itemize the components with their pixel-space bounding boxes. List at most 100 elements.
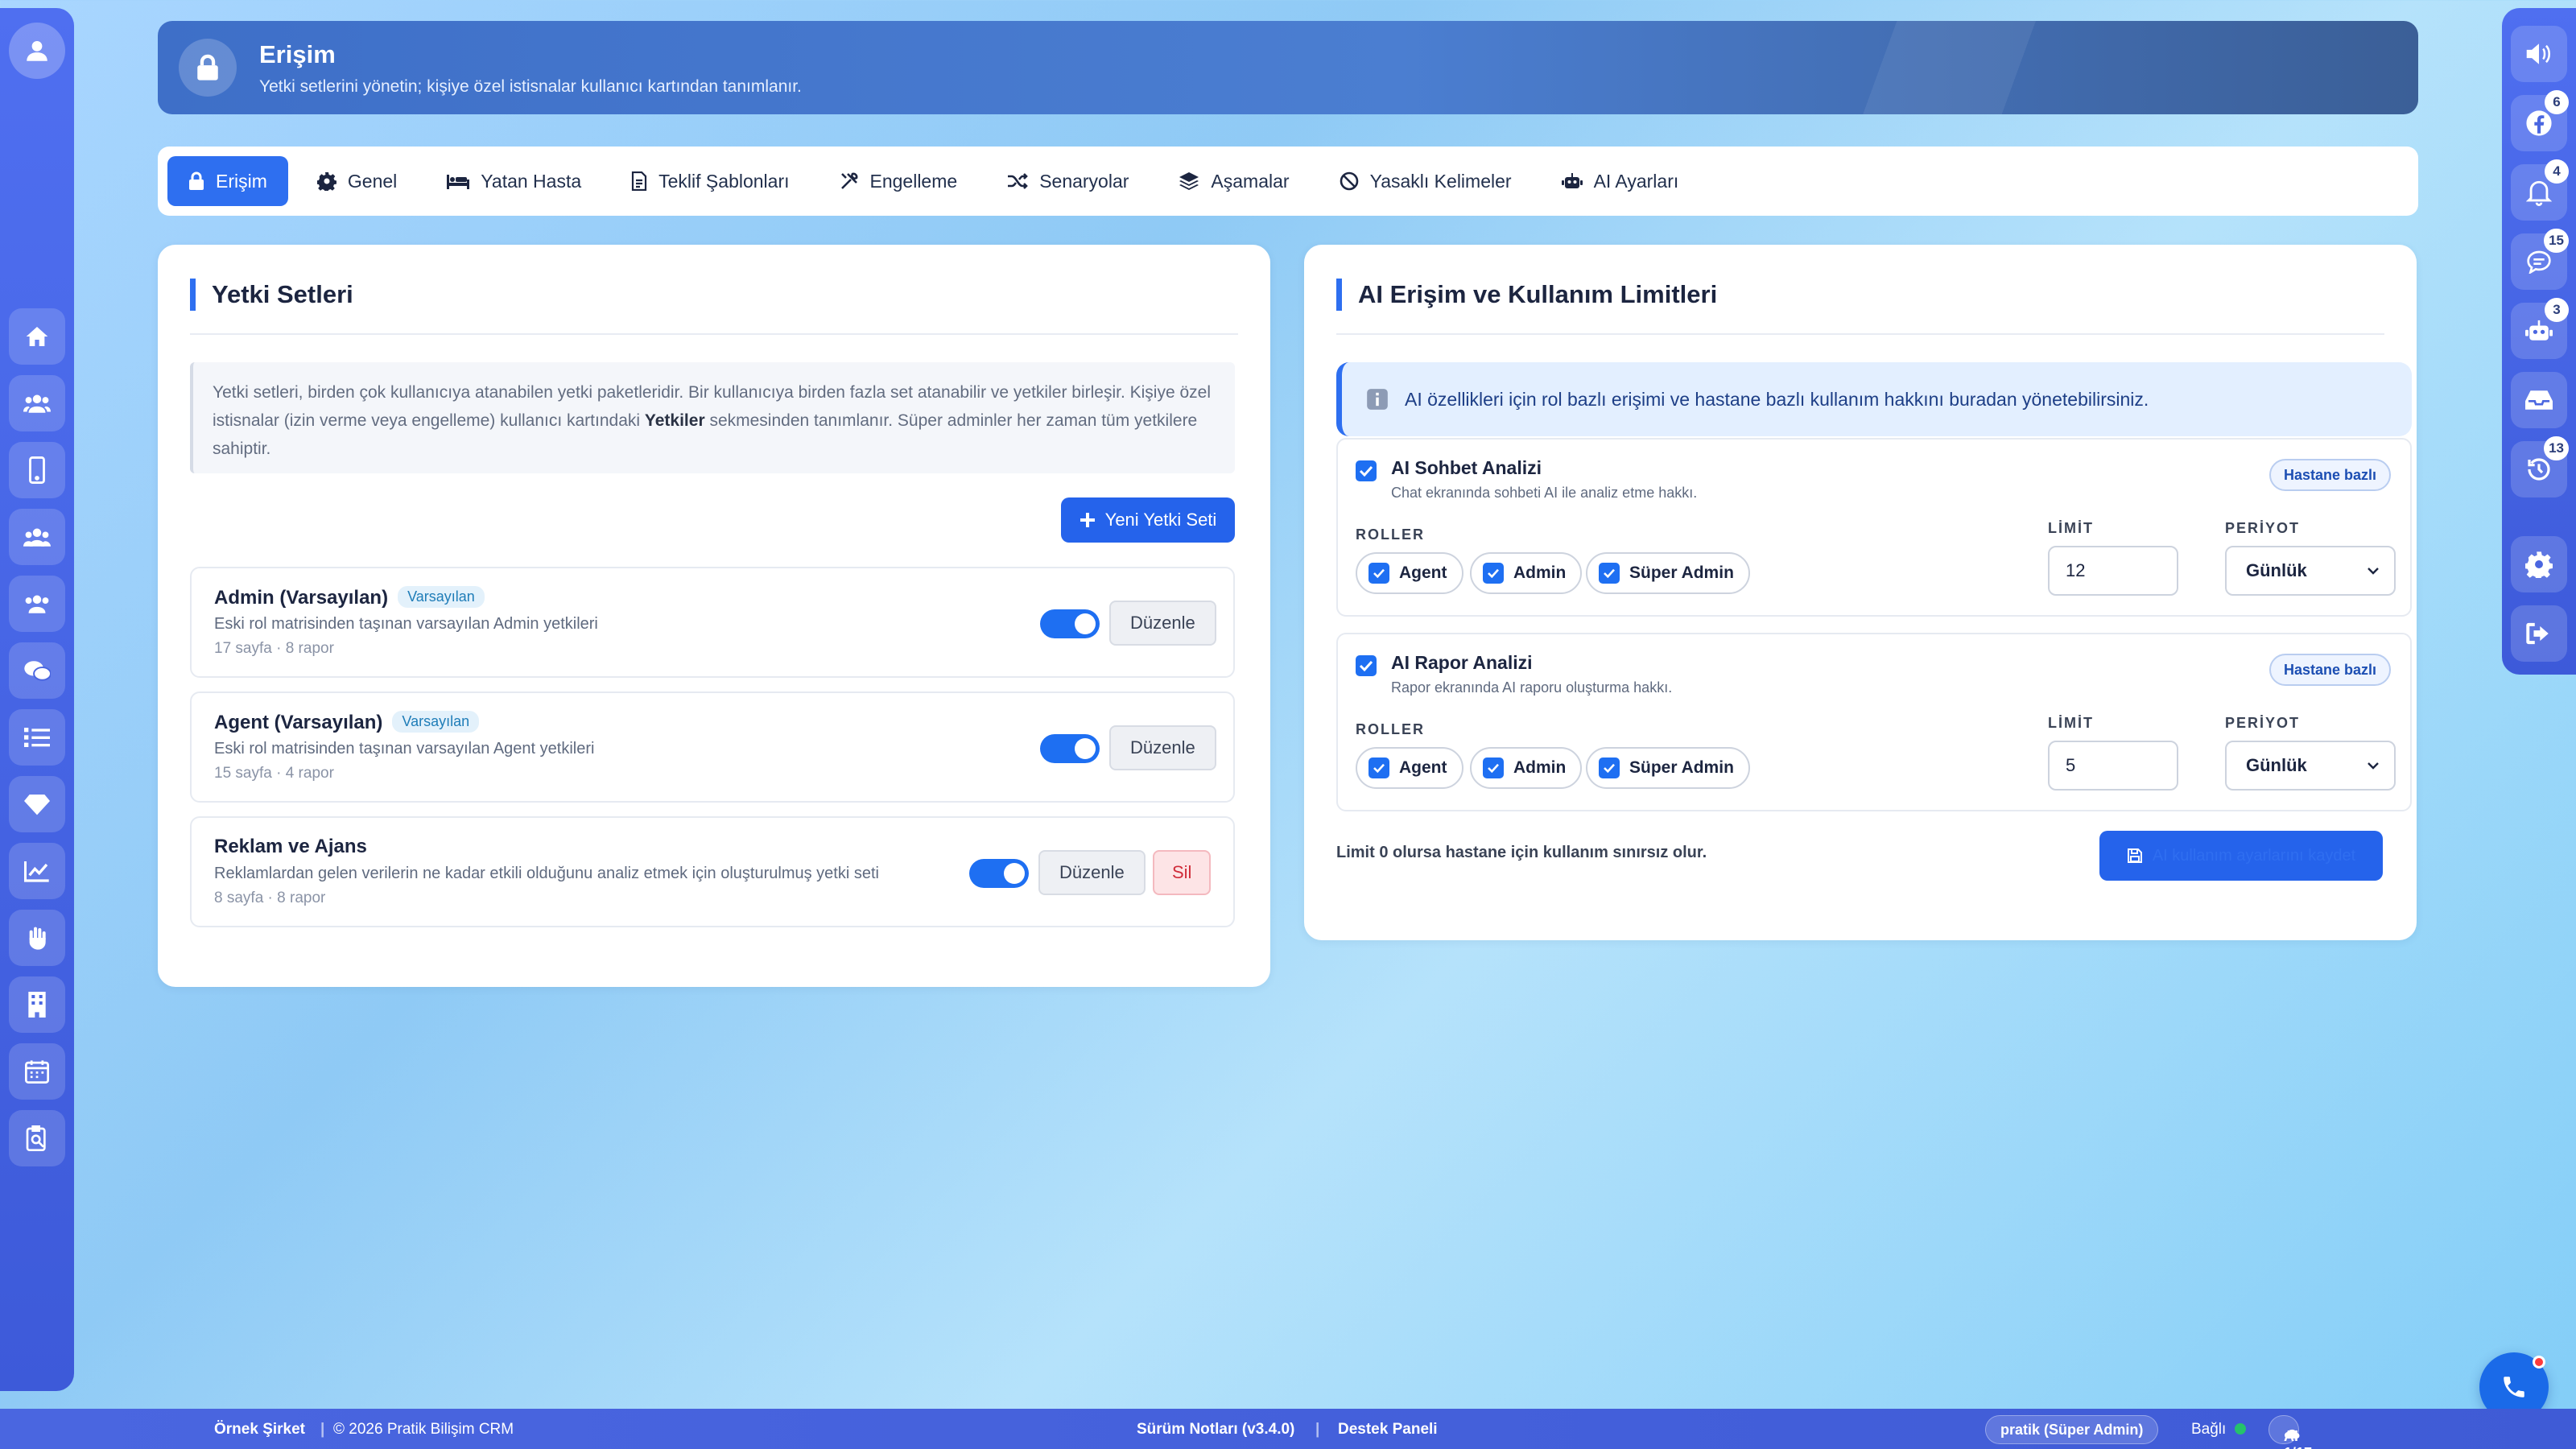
diamond-icon xyxy=(24,793,50,815)
nav-wechat[interactable] xyxy=(9,642,65,699)
tab-label: Teklif Şablonları xyxy=(658,170,790,192)
permission-set-row: Agent (Varsayılan) Varsayılan Eski rol ma… xyxy=(190,691,1235,803)
tab-label: Yasaklı Kelimeler xyxy=(1369,170,1512,192)
header-lock-icon xyxy=(179,39,237,97)
release-notes-link[interactable]: Sürüm Notları (v3.4.0) xyxy=(1137,1421,1294,1439)
select-value: Günlük xyxy=(2246,560,2307,580)
tab-senaryolar[interactable]: Senaryolar xyxy=(986,156,1150,206)
set-enabled-toggle[interactable] xyxy=(1040,609,1100,638)
set-enabled-toggle[interactable] xyxy=(1040,734,1100,763)
role-checkbox-super-admin[interactable]: Süper Admin xyxy=(1586,747,1750,789)
nav-reports[interactable] xyxy=(9,843,65,899)
nav-groups[interactable] xyxy=(9,509,65,565)
limit-input[interactable]: 12 xyxy=(2048,546,2178,596)
permission-set-name: Admin (Varsayılan) Varsayılan xyxy=(214,586,485,609)
right-sidebar: 6 4 15 3 13 xyxy=(2502,8,2576,675)
feature-checkbox[interactable] xyxy=(1356,655,1377,676)
left-sidebar xyxy=(0,8,74,1391)
limit-note: Limit 0 olursa hastane için kullanım sın… xyxy=(1336,844,1707,861)
nav-building[interactable] xyxy=(9,976,65,1033)
nav-mobile[interactable] xyxy=(9,442,65,498)
role-checkbox-agent[interactable]: Agent xyxy=(1356,552,1463,594)
nav-hands[interactable] xyxy=(9,910,65,966)
nav-contacts[interactable] xyxy=(9,375,65,431)
tab-label: AI Ayarları xyxy=(1593,170,1679,192)
check-icon xyxy=(1368,563,1389,584)
hospital-based-badge: Hastane bazlı xyxy=(2268,654,2391,686)
new-permission-set-button[interactable]: Yeni Yetki Seti xyxy=(1061,497,1235,543)
tab-label: Yatan Hasta xyxy=(481,170,582,192)
history-button[interactable]: 13 xyxy=(2511,436,2569,497)
nav-premium[interactable] xyxy=(9,776,65,832)
nav-calendar[interactable] xyxy=(9,1043,65,1100)
check-icon xyxy=(1599,758,1620,778)
select-value: Günlük xyxy=(2246,755,2307,775)
period-select[interactable]: Günlük xyxy=(2225,741,2396,791)
permission-set-meta: 17 sayfa · 8 rapor xyxy=(214,640,334,657)
settings-button[interactable] xyxy=(2511,536,2567,592)
tab-genel[interactable]: Genel xyxy=(296,156,418,206)
permission-sets-card: Yetki Setleri Yetki setleri, birden çok … xyxy=(158,245,1270,987)
edit-button[interactable]: Düzenle xyxy=(1109,601,1216,646)
user-icon xyxy=(23,37,51,64)
card-title: Yetki Setleri xyxy=(190,279,353,311)
period-label: PERİYOT xyxy=(2225,520,2301,536)
ai-usage-pill[interactable]: AI 1/17 xyxy=(2268,1415,2312,1449)
tab-yatan-hasta[interactable]: Yatan Hasta xyxy=(426,156,602,206)
tab-ai-ayarlari[interactable]: AI Ayarları xyxy=(1541,156,1700,206)
nav-audit[interactable] xyxy=(9,1110,65,1166)
edit-button[interactable]: Düzenle xyxy=(1109,725,1216,770)
tab-yasakli-kelimeler[interactable]: Yasaklı Kelimeler xyxy=(1319,156,1533,206)
nav-team[interactable] xyxy=(9,576,65,632)
bot-button[interactable]: 3 xyxy=(2511,298,2569,359)
building-icon xyxy=(27,992,47,1018)
divider xyxy=(190,333,1238,335)
support-panel-link[interactable]: Destek Paneli xyxy=(1338,1421,1438,1439)
delete-button[interactable]: Sil xyxy=(1153,850,1212,895)
user-pill[interactable]: pratik (Süper Admin) xyxy=(1985,1415,2159,1444)
nav-tasks[interactable] xyxy=(9,709,65,766)
ai-feature-block: AI Sohbet Analizi Chat ekranında sohbeti… xyxy=(1336,438,2412,617)
chevron-down-icon xyxy=(2367,762,2380,770)
info-text-bold: Yetkiler xyxy=(644,411,705,430)
set-enabled-toggle[interactable] xyxy=(969,859,1029,888)
facebook-button[interactable]: 6 xyxy=(2511,90,2569,151)
tab-teklif-sablonlari[interactable]: Teklif Şablonları xyxy=(610,156,810,206)
inbox-button[interactable] xyxy=(2511,372,2567,428)
gear-icon xyxy=(316,171,336,191)
bed-icon xyxy=(447,172,470,190)
role-checkbox-admin[interactable]: Admin xyxy=(1470,552,1583,594)
notifications-button[interactable]: 4 xyxy=(2511,159,2569,221)
feature-checkbox[interactable] xyxy=(1356,460,1377,481)
users-icon xyxy=(23,391,51,415)
role-checkbox-agent[interactable]: Agent xyxy=(1356,747,1463,789)
history-icon xyxy=(2526,456,2552,482)
edit-button[interactable]: Düzenle xyxy=(1038,850,1146,895)
footer: Örnek Şirket | © 2026 Pratik Bilişim CRM… xyxy=(0,1409,2576,1449)
tab-asamalar[interactable]: Aşamalar xyxy=(1158,156,1310,206)
nav-home[interactable] xyxy=(9,308,65,365)
period-label: PERİYOT xyxy=(2225,715,2301,731)
user-avatar[interactable] xyxy=(9,23,65,79)
tools-icon xyxy=(840,171,859,191)
messages-button[interactable]: 15 xyxy=(2511,229,2569,290)
ai-feature-block: AI Rapor Analizi Rapor ekranında AI rapo… xyxy=(1336,633,2412,811)
page-header: Erişim Yetki setlerini yönetin; kişiye ö… xyxy=(158,21,2418,114)
period-select[interactable]: Günlük xyxy=(2225,546,2396,596)
role-checkbox-super-admin[interactable]: Süper Admin xyxy=(1586,552,1750,594)
chevron-down-icon xyxy=(2367,567,2380,575)
check-icon xyxy=(1483,563,1504,584)
logout-button[interactable] xyxy=(2511,605,2567,662)
permission-set-desc: Eski rol matrisinden taşınan varsayılan … xyxy=(214,740,595,758)
ai-info-box: AI özellikleri için rol bazlı erişimi ve… xyxy=(1336,362,2412,436)
save-ai-settings-button[interactable]: AI kullanım ayarlarını kaydet xyxy=(2099,831,2383,881)
divider xyxy=(1336,333,2384,335)
tab-engelleme[interactable]: Engelleme xyxy=(819,156,979,206)
check-icon xyxy=(1368,758,1389,778)
limit-input[interactable]: 5 xyxy=(2048,741,2178,791)
inbox-icon xyxy=(2525,389,2553,411)
home-icon xyxy=(24,324,50,349)
tab-erisim[interactable]: Erişim xyxy=(167,156,288,206)
role-checkbox-admin[interactable]: Admin xyxy=(1470,747,1583,789)
volume-button[interactable] xyxy=(2511,26,2567,82)
